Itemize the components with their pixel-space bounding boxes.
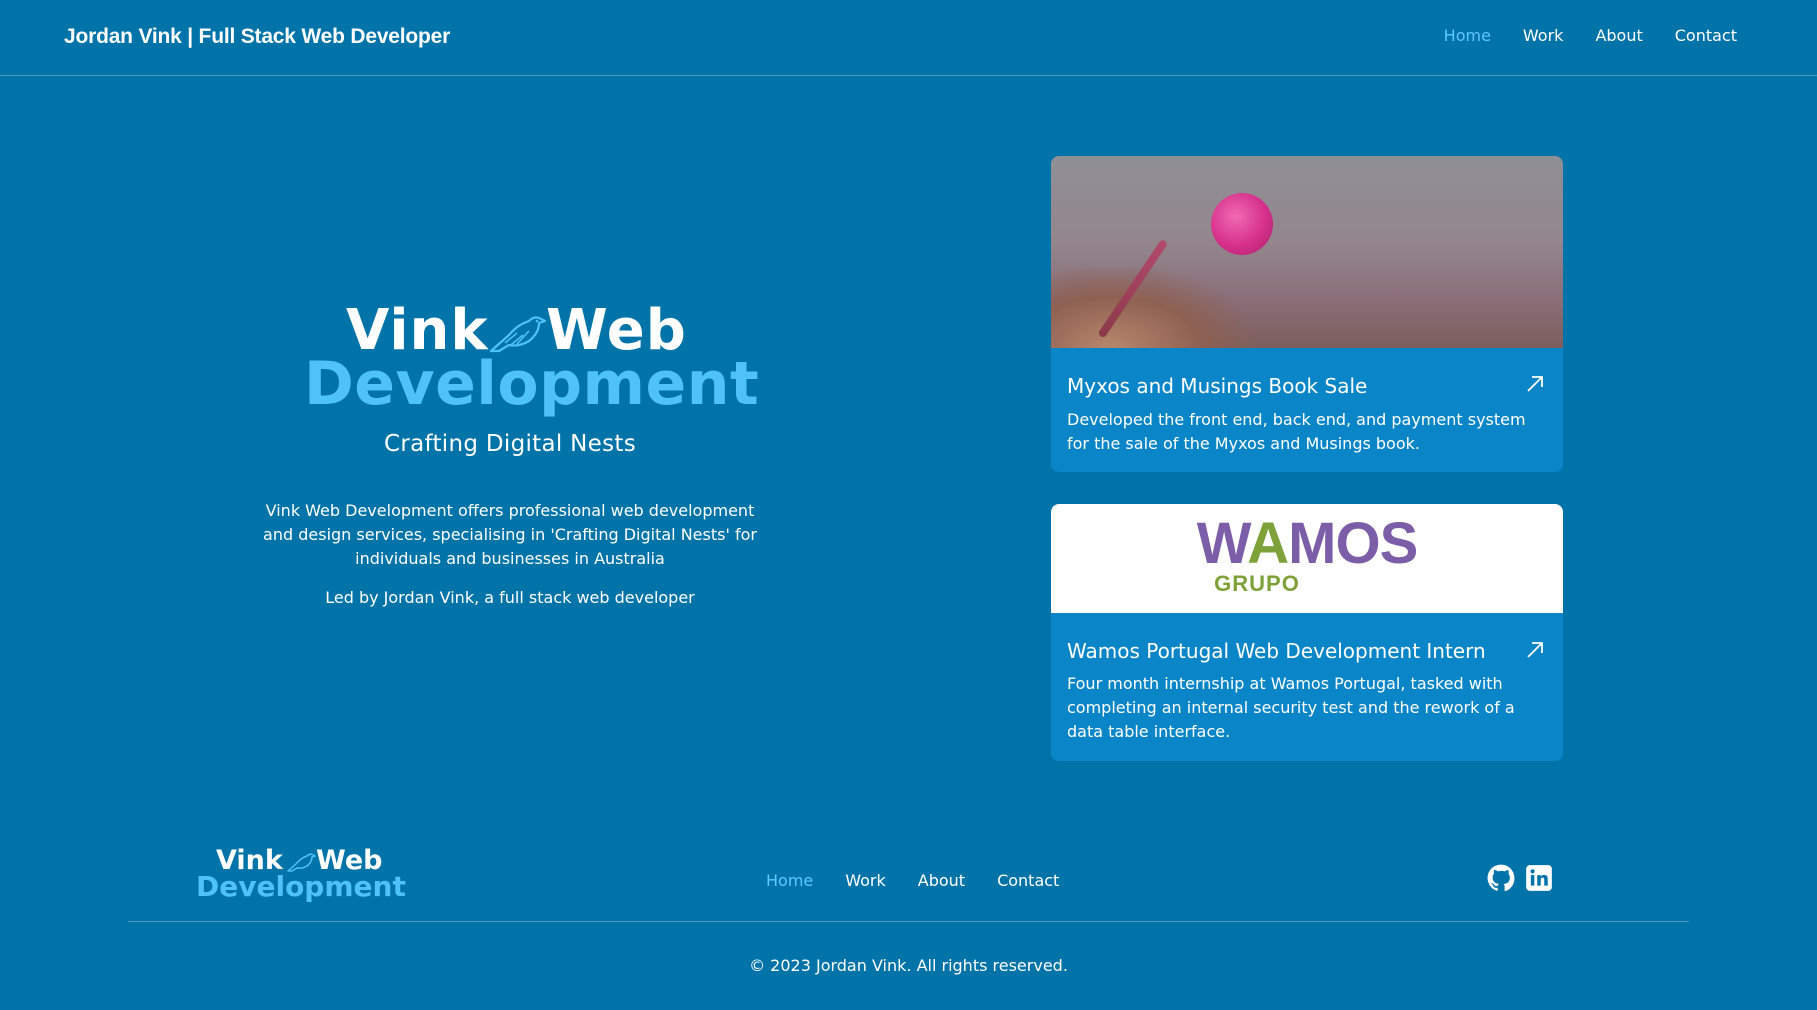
project-card-wamos[interactable]: WAMOS GRUPO Wamos Portugal Web Developme…: [1051, 504, 1563, 761]
external-link-arrow-icon[interactable]: [1525, 374, 1545, 394]
footer-nav-home[interactable]: Home: [766, 871, 813, 890]
wamos-logo-subtext: GRUPO: [1214, 571, 1300, 596]
hero-section: Vink Web Development Crafting Digital Ne…: [0, 76, 1020, 796]
github-icon[interactable]: [1487, 864, 1515, 892]
footer-logo-line-2: Development: [196, 870, 406, 903]
project-card-myxos[interactable]: Myxos and Musings Book Sale Developed th…: [1051, 156, 1563, 472]
nav-work[interactable]: Work: [1523, 26, 1564, 45]
footer-nav-work[interactable]: Work: [845, 871, 886, 890]
wamos-logo-letter: A: [1247, 511, 1289, 576]
footer-nav: Home Work About Contact: [766, 871, 1059, 890]
external-link-arrow-icon[interactable]: [1525, 640, 1545, 660]
photo-fruiting-body: [1211, 193, 1273, 255]
linkedin-icon[interactable]: [1525, 864, 1553, 892]
footer-logo[interactable]: Vink Web Development: [196, 845, 406, 905]
wamos-logo-letter: S: [1379, 511, 1419, 576]
hero-description: Vink Web Development offers professional…: [263, 501, 757, 568]
copyright: © 2023 Jordan Vink. All rights reserved.: [749, 956, 1068, 975]
wamos-logo-letter: M: [1288, 511, 1336, 576]
logo-line-2: Development: [304, 349, 760, 419]
nav-home[interactable]: Home: [1444, 26, 1491, 45]
myxomycete-photo: [1051, 156, 1563, 348]
wamos-logo-text: WAMOS: [1051, 514, 1563, 574]
site-header: Jordan Vink | Full Stack Web Developer H…: [0, 0, 1817, 76]
nav-contact[interactable]: Contact: [1675, 26, 1737, 45]
hero-led-by: Led by Jordan Vink, a full stack web dev…: [325, 588, 695, 607]
photo-ground: [1051, 268, 1251, 348]
site-title[interactable]: Jordan Vink | Full Stack Web Developer: [64, 25, 450, 49]
main-nav: Home Work About Contact: [1444, 26, 1737, 45]
wamos-logo-letter: W: [1196, 511, 1249, 576]
footer-nav-contact[interactable]: Contact: [997, 871, 1059, 890]
brand-logo: Vink Web Development: [300, 301, 759, 418]
social-links: [1487, 864, 1553, 892]
wamos-grupo-logo: WAMOS GRUPO: [1051, 504, 1563, 613]
card-title: Wamos Portugal Web Development Intern: [1067, 639, 1486, 663]
card-description: Developed the front end, back end, and p…: [1067, 410, 1526, 453]
card-description: Four month internship at Wamos Portugal,…: [1067, 674, 1515, 741]
footer-nav-about[interactable]: About: [918, 871, 965, 890]
footer-divider: [128, 921, 1689, 922]
card-title: Myxos and Musings Book Sale: [1067, 374, 1368, 398]
tagline: Crafting Digital Nests: [383, 431, 637, 457]
nav-about[interactable]: About: [1595, 26, 1642, 45]
wamos-logo-letter: O: [1335, 511, 1380, 576]
